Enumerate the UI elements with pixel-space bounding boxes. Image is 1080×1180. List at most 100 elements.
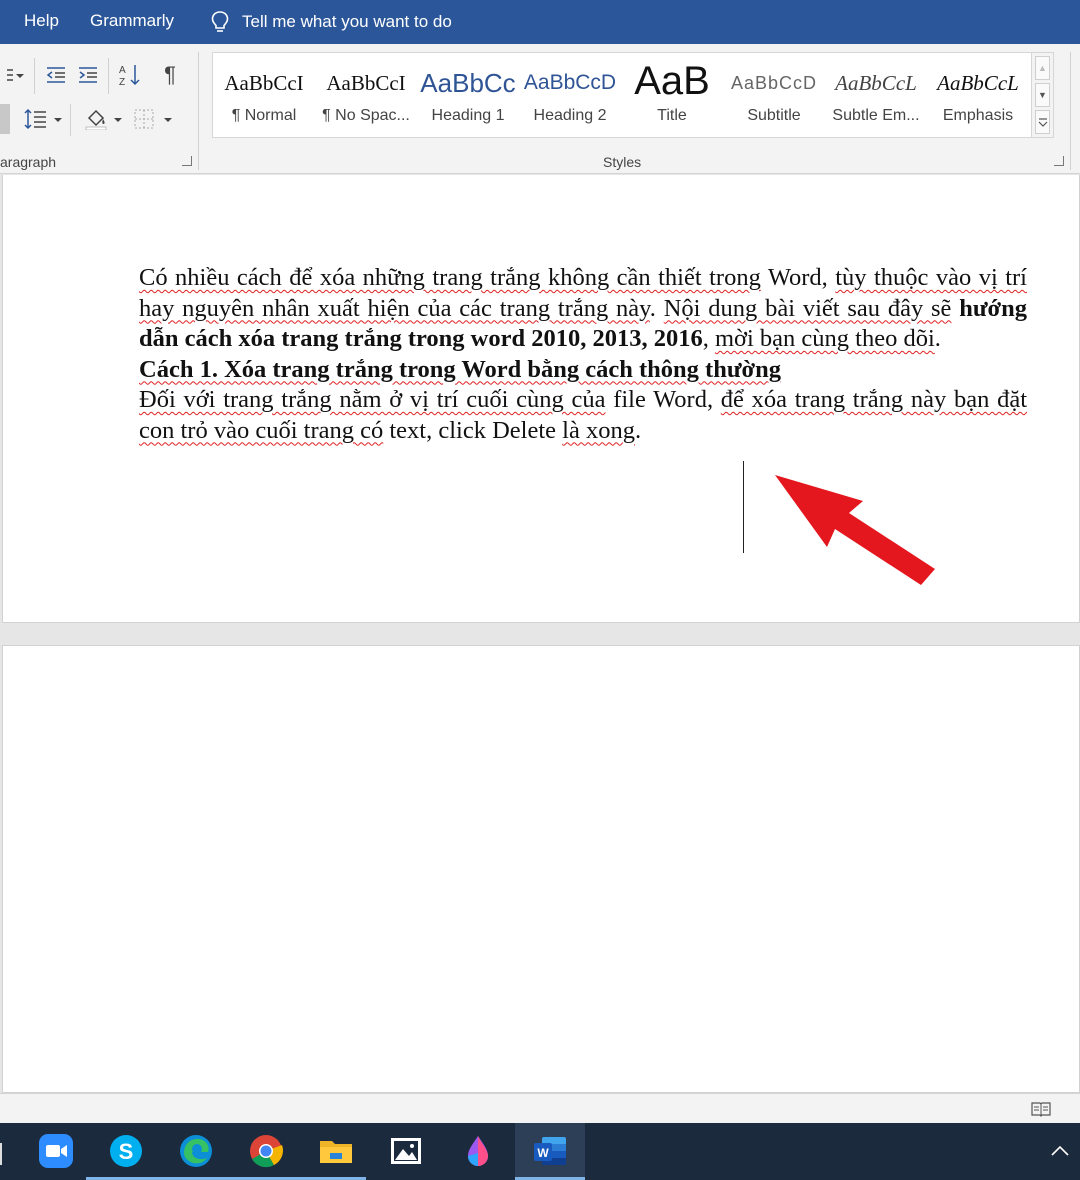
styles-gallery-scroll: ▲ ▼	[1032, 52, 1054, 138]
style-title[interactable]: AaB Title	[621, 53, 723, 137]
sort-button[interactable]: A Z	[116, 62, 144, 88]
paragraph-dialog-launcher-icon[interactable]	[182, 156, 192, 166]
style-name: Subtitle	[747, 107, 801, 124]
word-app-icon[interactable]: W	[530, 1131, 570, 1171]
style-name: Heading 2	[533, 107, 607, 124]
style-subtitle[interactable]: AaBbCcD Subtitle	[723, 53, 825, 137]
chevron-down-icon[interactable]	[114, 118, 122, 122]
ribbon-tab-bar: Help Grammarly Tell me what you want to …	[0, 0, 1080, 44]
style-sample: AaBbCc	[420, 68, 516, 98]
styles-gallery: AaBbCcI ¶ Normal AaBbCcI ¶ No Spac... Aa…	[212, 52, 1032, 138]
text-run: Cách 1. Xóa trang trắng trong Word bằng …	[139, 355, 781, 383]
text-run: text, click Delete	[383, 416, 563, 444]
status-bar	[0, 1093, 1080, 1123]
style-normal[interactable]: AaBbCcI ¶ Normal	[213, 53, 315, 137]
style-name: ¶ No Spac...	[322, 107, 410, 124]
file-explorer-icon[interactable]	[316, 1131, 356, 1171]
page-2[interactable]	[2, 645, 1080, 1093]
document-body[interactable]: Có nhiều cách để xóa những trang trắng k…	[139, 263, 1027, 446]
text-run: .	[634, 416, 642, 444]
chevron-up-icon	[1051, 1145, 1069, 1156]
decrease-indent-icon	[46, 67, 65, 83]
styles-more-button[interactable]	[1035, 110, 1050, 134]
lightbulb-icon	[211, 11, 229, 32]
style-name: Subtle Em...	[832, 107, 920, 124]
style-name: Heading 1	[431, 107, 505, 124]
tab-grammarly[interactable]: Grammarly	[90, 11, 174, 31]
styles-dialog-launcher-icon[interactable]	[1054, 156, 1064, 166]
styles-group-label: Styles	[603, 154, 642, 170]
page-1[interactable]: Có nhiều cách để xóa những trang trắng k…	[2, 175, 1080, 623]
line-spacing-button[interactable]	[22, 106, 50, 132]
increase-indent-icon	[79, 67, 97, 83]
svg-text:Z: Z	[119, 77, 125, 87]
text-run: .	[934, 325, 941, 352]
more-icon	[1038, 118, 1047, 127]
text-run: Word,	[760, 264, 836, 291]
skype-app-icon[interactable]: S	[106, 1131, 146, 1171]
read-mode-icon[interactable]	[1030, 1100, 1052, 1118]
borders-button[interactable]	[130, 106, 158, 132]
paragraph-group-label: aragraph	[0, 154, 57, 170]
style-name: Title	[657, 107, 687, 124]
styles-scroll-down-button[interactable]: ▼	[1035, 83, 1050, 107]
heading-method-1[interactable]: Cách 1. Xóa trang trắng trong Word bằng …	[139, 355, 1027, 386]
text-run: file Word,	[605, 386, 721, 413]
style-sample: AaBbCcL	[835, 71, 917, 95]
divider	[34, 58, 35, 94]
tell-me-label: Tell me what you want to do	[242, 12, 452, 31]
sort-az-icon: A Z	[119, 65, 140, 87]
svg-text:W: W	[537, 1146, 549, 1160]
group-divider	[1070, 52, 1071, 170]
windows-taskbar: S W	[0, 1123, 1080, 1180]
style-heading-1[interactable]: AaBbCc Heading 1	[417, 53, 519, 137]
paint-app-icon[interactable]	[458, 1131, 498, 1171]
styles-scroll-up-button[interactable]: ▲	[1035, 56, 1050, 80]
pilcrow-icon: ¶	[164, 62, 176, 87]
tab-help[interactable]: Help	[24, 11, 59, 31]
edge-app-icon[interactable]	[176, 1131, 216, 1171]
text-run: Có nhiều cách để xóa những trang trắng k…	[139, 264, 761, 291]
paragraph-method-1[interactable]: Đối với trang trắng nằm ở vị trí cuối cù…	[139, 385, 1027, 446]
style-heading-2[interactable]: AaBbCcD Heading 2	[519, 53, 621, 137]
zoom-app-icon[interactable]	[36, 1131, 76, 1171]
text-run: là xong	[562, 416, 635, 444]
style-sample: AaBbCcD	[730, 73, 818, 93]
style-subtle-emphasis[interactable]: AaBbCcL Subtle Em...	[825, 53, 927, 137]
style-emphasis[interactable]: AaBbCcL Emphasis	[927, 53, 1029, 137]
chevron-down-icon[interactable]	[54, 118, 62, 122]
group-divider	[198, 52, 199, 170]
show-formatting-marks-button[interactable]: ¶	[156, 62, 184, 88]
text-run: mời bạn cùng theo dõi	[714, 325, 935, 352]
text-run: Nội dung bài viết sau đây sẽ	[663, 294, 952, 322]
style-sample: AaBbCcL	[937, 71, 1019, 95]
chevron-down-icon[interactable]	[164, 118, 172, 122]
chevron-down-icon[interactable]	[16, 74, 24, 78]
decrease-indent-button[interactable]	[42, 62, 70, 88]
style-sample: AaBbCcI	[326, 71, 406, 95]
divider	[70, 104, 71, 136]
line-spacing-icon	[24, 108, 46, 130]
document-area: Có nhiều cách để xóa những trang trắng k…	[0, 175, 1080, 1093]
tell-me-search[interactable]: Tell me what you want to do	[210, 8, 452, 36]
paragraph-intro[interactable]: Có nhiều cách để xóa những trang trắng k…	[139, 263, 1027, 355]
divider	[108, 58, 109, 94]
text-run: Đối với trang trắng nằm ở vị trí cuối cù…	[139, 386, 606, 413]
word-window: Help Grammarly Tell me what you want to …	[0, 0, 1080, 1180]
text-run: ,	[702, 325, 715, 352]
increase-indent-button[interactable]	[74, 62, 102, 88]
style-name: ¶ Normal	[231, 107, 297, 124]
style-sample: AaBbCcI	[224, 71, 304, 95]
borders-icon	[134, 109, 154, 129]
style-no-spacing[interactable]: AaBbCcI ¶ No Spac...	[315, 53, 417, 137]
chrome-app-icon[interactable]	[246, 1131, 286, 1171]
show-hidden-icons-button[interactable]	[1040, 1131, 1080, 1171]
align-justify-button[interactable]	[0, 104, 10, 134]
style-sample: AaBbCcD	[523, 71, 617, 94]
text-run: .	[649, 294, 664, 322]
shading-button[interactable]	[82, 106, 110, 132]
svg-text:A: A	[119, 65, 126, 76]
style-name: Emphasis	[942, 107, 1014, 124]
photos-app-icon[interactable]	[386, 1131, 426, 1171]
red-arrow-annotation	[775, 475, 935, 585]
